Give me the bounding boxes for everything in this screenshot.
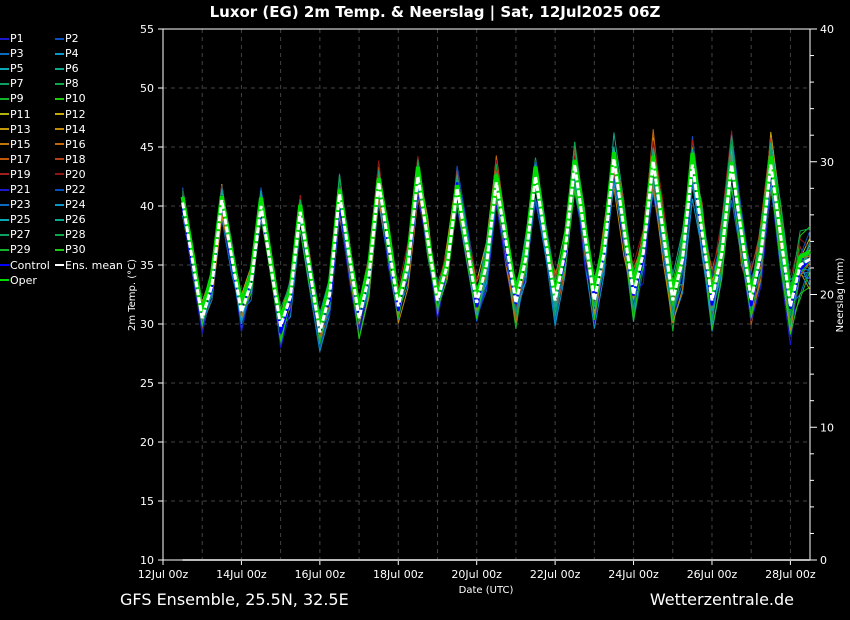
y-tick-label: 30 [140,318,154,331]
x-tick-label: 16Jul 00z [295,568,346,581]
source-credit: Wetterzentrale.de [649,590,794,609]
y-tick-label: 20 [140,436,154,449]
x-tick-label: 18Jul 00z [373,568,424,581]
y-tick-label: 40 [140,200,154,213]
x-tick-label: 20Jul 00z [451,568,502,581]
y2-axis-label: Neerslag (mm) [835,257,846,332]
x-tick-label: 22Jul 00z [530,568,581,581]
x-tick-label: 12Jul 00z [138,568,189,581]
y2-tick-label: 20 [820,289,834,302]
y-tick-label: 55 [140,23,154,36]
y-tick-label: 35 [140,259,154,272]
model-info: GFS Ensemble, 25.5N, 32.5E [120,590,349,609]
y2-tick-label: 40 [820,23,834,36]
x-axis-label: Date (UTC) [459,585,514,596]
y-tick-label: 25 [140,377,154,390]
y-tick-label: 45 [140,141,154,154]
chart-area: 2m Temp. (°C) Neerslag (mm) Date (UTC) 1… [127,23,846,596]
x-tick-label: 26Jul 00z [687,568,738,581]
y-tick-label: 50 [140,82,154,95]
y2-tick-label: 0 [820,554,827,567]
y-axis-label: 2m Temp. (°C) [127,259,138,331]
y2-tick-label: 30 [820,156,834,169]
y-tick-label: 15 [140,495,154,508]
y-tick-label: 10 [140,554,154,567]
x-tick-label: 24Jul 00z [608,568,659,581]
x-tick-label: 28Jul 00z [765,568,816,581]
y2-tick-label: 10 [820,421,834,434]
x-tick-label: 14Jul 00z [216,568,267,581]
